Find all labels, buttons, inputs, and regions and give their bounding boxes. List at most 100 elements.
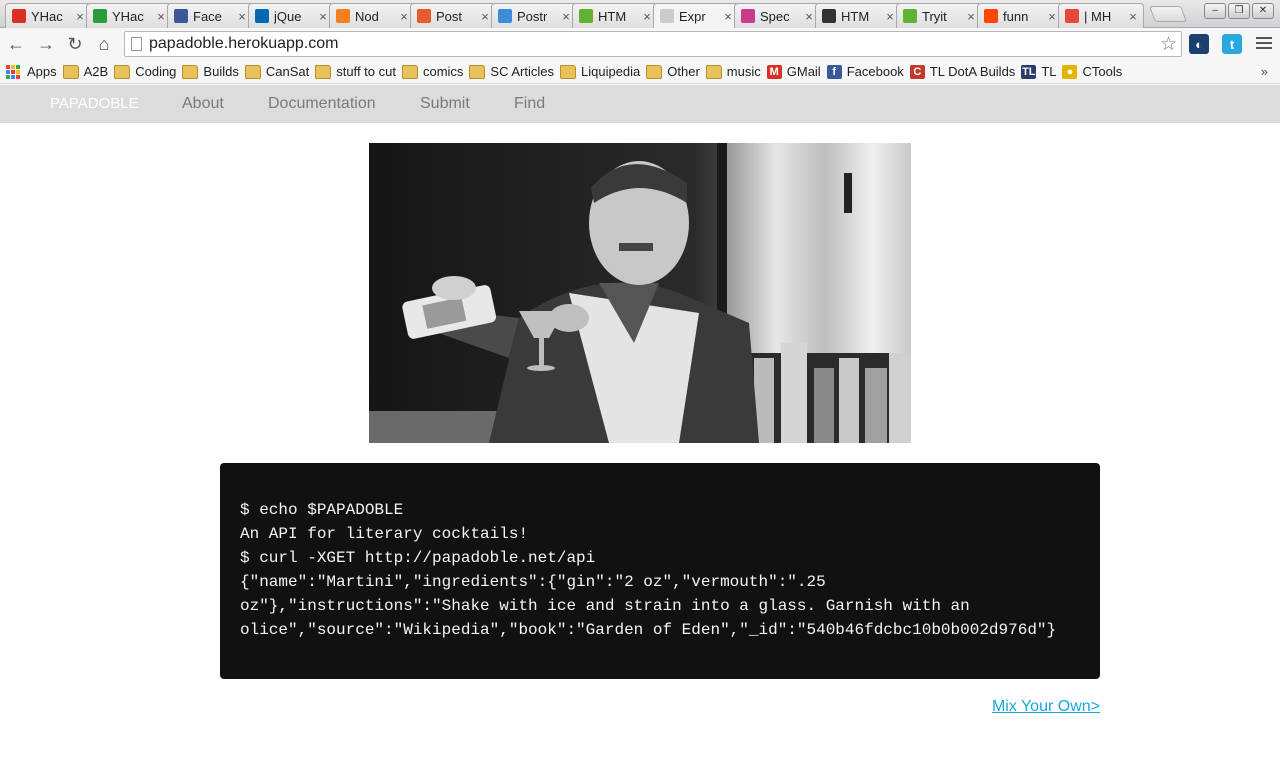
- folder-icon: [560, 64, 576, 79]
- tab-close-icon[interactable]: ×: [641, 9, 653, 24]
- tab-close-icon[interactable]: ×: [155, 9, 167, 24]
- bookmark-apps[interactable]: Apps: [6, 61, 63, 83]
- browser-tab[interactable]: Nod ×: [329, 3, 415, 28]
- bookmark-label: CTools: [1082, 64, 1123, 79]
- tab-title: Face: [193, 8, 222, 24]
- bookmark-label: Apps: [27, 64, 57, 79]
- bookmark-tl-dota-builds[interactable]: C TL DotA Builds: [909, 61, 1022, 83]
- brand-link[interactable]: PAPADOBLE: [50, 95, 139, 112]
- close-window-button[interactable]: ✕: [1252, 3, 1274, 19]
- bookmark-label: CanSat: [265, 64, 310, 79]
- bookmark-label: TL DotA Builds: [929, 64, 1016, 79]
- bookmark-music[interactable]: music: [705, 61, 767, 83]
- tab-close-icon[interactable]: ×: [722, 9, 734, 24]
- folder-icon: [114, 64, 131, 79]
- browser-tab[interactable]: jQue ×: [248, 3, 334, 28]
- bookmark-other[interactable]: Other: [646, 61, 706, 83]
- browser-tab[interactable]: Face ×: [167, 3, 253, 28]
- browser-tab[interactable]: Postr ×: [491, 3, 577, 28]
- nav-about[interactable]: About: [182, 95, 224, 113]
- tab-close-icon[interactable]: ×: [236, 9, 248, 24]
- folder-icon: [401, 64, 418, 79]
- tab-title: HTM: [841, 8, 870, 24]
- tab-title: Postr: [517, 8, 548, 24]
- window-controls: – ❐ ✕: [1204, 3, 1274, 19]
- gmail-icon: [12, 9, 26, 23]
- tab-title: Tryit: [922, 8, 947, 24]
- folder-icon: [62, 64, 79, 79]
- terminal-line: olice","source":"Wikipedia","book":"Gard…: [240, 621, 1057, 639]
- tab-close-icon[interactable]: ×: [479, 9, 491, 24]
- mix-your-own-link[interactable]: Mix Your Own>: [992, 698, 1100, 716]
- hero-photo: [369, 143, 911, 443]
- browser-tab[interactable]: YHac ×: [5, 3, 91, 28]
- home-button[interactable]: ⌂: [92, 32, 116, 56]
- tab-title: HTM: [598, 8, 627, 24]
- tab-close-icon[interactable]: ×: [317, 9, 329, 24]
- tab-title: Spec: [760, 8, 790, 24]
- minimize-button[interactable]: –: [1204, 3, 1226, 19]
- facebook-icon: [174, 9, 188, 23]
- bookmark-ctools[interactable]: ● CTools: [1062, 61, 1128, 83]
- back-button[interactable]: ←: [4, 32, 28, 56]
- extension-clock-icon[interactable]: ◐: [1189, 34, 1209, 54]
- browser-tab[interactable]: funn ×: [977, 3, 1063, 28]
- bookmark-cansat[interactable]: CanSat: [244, 61, 315, 83]
- browser-tab[interactable]: Post ×: [410, 3, 496, 28]
- browser-tab[interactable]: | MH ×: [1058, 3, 1144, 28]
- bookmark-label: Coding: [135, 64, 177, 79]
- bookmark-label: TL: [1041, 64, 1057, 79]
- restore-button[interactable]: ❐: [1228, 3, 1250, 19]
- postman-icon: [417, 9, 431, 23]
- bookmark-facebook[interactable]: f Facebook: [826, 61, 910, 83]
- site-favicon-icon: M: [766, 64, 782, 79]
- nav-documentation[interactable]: Documentation: [268, 95, 376, 113]
- reload-button[interactable]: ↻: [63, 32, 87, 56]
- forward-button[interactable]: →: [34, 32, 58, 56]
- browser-tab[interactable]: Expr ×: [653, 3, 739, 28]
- tab-close-icon[interactable]: ×: [1046, 9, 1058, 24]
- bookmark-star-icon[interactable]: ☆: [1160, 33, 1177, 56]
- tab-title: Expr: [679, 8, 706, 24]
- terminal-line: An API for literary cocktails!: [240, 525, 529, 543]
- mdn-icon: [741, 9, 755, 23]
- bookmark-tl[interactable]: TL TL: [1021, 61, 1062, 83]
- tab-close-icon[interactable]: ×: [74, 9, 86, 24]
- nav-submit[interactable]: Submit: [420, 95, 470, 113]
- bookmark-label: comics: [422, 64, 464, 79]
- nav-find[interactable]: Find: [514, 95, 545, 113]
- tab-close-icon[interactable]: ×: [398, 9, 410, 24]
- browser-tab[interactable]: Spec ×: [734, 3, 820, 28]
- bookmark-label: stuff to cut: [336, 64, 396, 79]
- folder-icon: [646, 64, 663, 79]
- bookmark-label: GMail: [786, 64, 821, 79]
- bookmark-gmail[interactable]: M GMail: [766, 61, 827, 83]
- bookmark-liquipedia[interactable]: Liquipedia: [560, 61, 646, 83]
- browser-tab[interactable]: YHac ×: [86, 3, 172, 28]
- pinwheel-icon: [1065, 9, 1079, 23]
- bookmark-a2b[interactable]: A2B: [62, 61, 115, 83]
- browser-tab[interactable]: HTM ×: [815, 3, 901, 28]
- tab-close-icon[interactable]: ×: [965, 9, 977, 24]
- extension-t-icon[interactable]: t: [1222, 34, 1242, 54]
- tab-close-icon[interactable]: ×: [803, 9, 815, 24]
- url-input[interactable]: [149, 34, 1139, 54]
- folder-icon: [315, 64, 332, 79]
- address-bar[interactable]: ☆: [124, 31, 1182, 57]
- bookmark-sc-articles[interactable]: SC Articles: [469, 61, 560, 83]
- bookmark-builds[interactable]: Builds: [182, 61, 244, 83]
- tab-close-icon[interactable]: ×: [884, 9, 896, 24]
- browser-tab[interactable]: HTM ×: [572, 3, 658, 28]
- terminal-line: $ echo $PAPADOBLE: [240, 501, 404, 519]
- bookmark-comics[interactable]: comics: [401, 61, 469, 83]
- tab-close-icon[interactable]: ×: [560, 9, 572, 24]
- browser-tab[interactable]: Tryit ×: [896, 3, 982, 28]
- bookmark-stuff-to-cut[interactable]: stuff to cut: [315, 61, 402, 83]
- bookmarks-overflow-icon[interactable]: »: [1261, 64, 1268, 79]
- new-tab-button[interactable]: [1149, 6, 1187, 22]
- bookmark-coding[interactable]: Coding: [114, 61, 182, 83]
- tab-close-icon[interactable]: ×: [1127, 9, 1139, 24]
- bookmark-label: Liquipedia: [581, 64, 641, 79]
- chrome-menu-icon[interactable]: [1256, 33, 1272, 53]
- bartender-photo: [369, 143, 911, 443]
